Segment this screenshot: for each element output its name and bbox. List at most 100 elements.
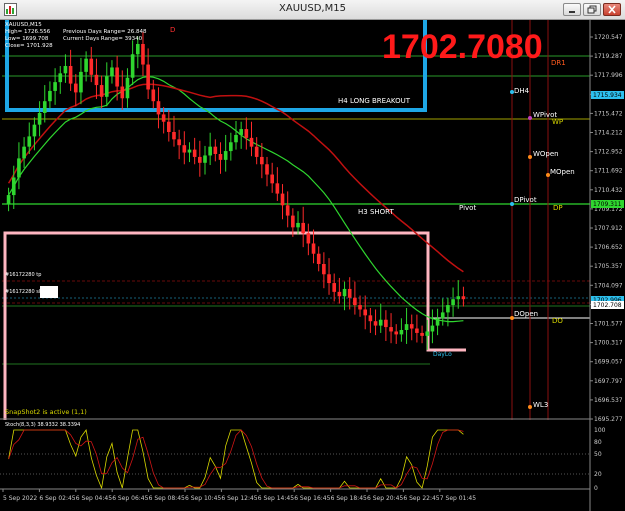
candle-body xyxy=(161,114,166,122)
candle-body xyxy=(203,155,207,163)
candle-body xyxy=(265,164,269,175)
candle-body xyxy=(198,156,202,163)
pivot-dpivot: DPivot xyxy=(514,196,537,204)
cur-range-label: Current Days Range= 39340 xyxy=(63,36,143,42)
restore-icon xyxy=(587,5,597,14)
candle-body xyxy=(394,331,399,335)
pivot-mopen: MOpen xyxy=(550,168,575,176)
candle-body xyxy=(311,243,316,254)
candle-body xyxy=(316,253,321,264)
candle-body xyxy=(146,64,150,90)
candle-body xyxy=(42,101,47,113)
candle-body xyxy=(337,291,342,297)
prev-range-label: Previous Days Range= 26.848 xyxy=(63,29,147,35)
candle-body xyxy=(415,328,419,333)
candle-body xyxy=(79,71,83,93)
pivot-dr1: DR1 xyxy=(551,59,566,67)
pivot-pivot: Pivot xyxy=(459,204,476,212)
price-tick: 1711.692 xyxy=(594,168,623,175)
candle-body xyxy=(378,319,383,326)
time-tick: 6 Sep 06:45 xyxy=(112,495,148,502)
candle-body xyxy=(409,324,414,329)
minimize-icon xyxy=(569,11,575,13)
current-price-big: 1702.7080 xyxy=(382,28,543,66)
candle-body xyxy=(84,58,88,72)
pivot-dopen: DOpen xyxy=(514,310,538,318)
candle-body xyxy=(327,274,331,284)
h4-long-label: H4 LONG BREAKOUT xyxy=(338,97,411,105)
tp-label: #16172280 tp xyxy=(5,272,41,278)
sl-label: #16172280 sl xyxy=(5,289,40,295)
candle-body xyxy=(208,146,212,156)
candle-body xyxy=(358,305,362,310)
candle-body xyxy=(32,124,37,137)
price-tick: 1705.357 xyxy=(594,263,623,270)
window-titlebar[interactable]: XAUUSD,M15 xyxy=(0,0,625,20)
candle-body xyxy=(167,121,171,132)
candle-body xyxy=(254,146,259,157)
price-tick: 1707.912 xyxy=(594,225,623,232)
price-tick: 1710.432 xyxy=(594,187,623,194)
snapshot-label: SnapShot2 is active (1,1) xyxy=(5,408,87,416)
candle-body xyxy=(306,233,311,244)
candle-body xyxy=(446,305,450,313)
close-button[interactable] xyxy=(603,3,621,16)
price-marker-label: 1702.708 xyxy=(593,302,622,309)
price-tick: 1706.652 xyxy=(594,244,623,251)
candle-body xyxy=(73,83,78,93)
candle-body xyxy=(234,134,238,143)
candle-body xyxy=(172,132,176,140)
chart-area[interactable]: XAUUSD,M15 High= 1726.556 Low= 1699.708 … xyxy=(0,20,625,511)
price-tick: 1695.277 xyxy=(594,416,623,423)
candle-body xyxy=(89,58,94,75)
candle-body xyxy=(347,288,352,298)
candle-body xyxy=(260,156,264,165)
price-tick: 1699.057 xyxy=(594,359,623,366)
close-label: Close= 1701.928 xyxy=(5,43,53,49)
candle-body xyxy=(301,222,305,234)
candle-body xyxy=(420,332,424,336)
time-tick: 6 Sep 12:45 xyxy=(221,495,257,502)
candle-body xyxy=(218,154,223,160)
candle-body xyxy=(296,222,300,228)
candle-body xyxy=(37,112,42,125)
order-box[interactable] xyxy=(40,286,58,298)
time-tick: 6 Sep 14:45 xyxy=(258,495,294,502)
time-tick: 6 Sep 04:45 xyxy=(76,495,112,502)
candle-body xyxy=(430,325,435,332)
candle-body xyxy=(291,215,295,228)
maximize-button[interactable] xyxy=(583,3,601,16)
candle-body xyxy=(275,183,280,194)
candle-body xyxy=(99,85,104,97)
candle-body xyxy=(456,296,461,300)
candle-body xyxy=(353,297,357,306)
stoch-axis-tick: 100 xyxy=(594,427,606,434)
pivot-do: DO xyxy=(552,317,563,325)
candle-body xyxy=(404,324,409,330)
candle-body xyxy=(63,66,68,74)
time-tick: 6 Sep 16:45 xyxy=(294,495,330,502)
price-tick: 1712.952 xyxy=(594,149,623,156)
candle-body xyxy=(425,331,430,336)
candle-body xyxy=(120,86,125,99)
candle-body xyxy=(223,151,228,160)
price-marker-label: 1715.934 xyxy=(593,92,622,99)
time-tick: 6 Sep 08:45 xyxy=(149,495,185,502)
candle-body xyxy=(213,146,218,154)
time-tick: 6 Sep 18:45 xyxy=(331,495,367,502)
time-tick: 6 Sep 20:45 xyxy=(367,495,403,502)
candle-body xyxy=(461,296,466,300)
price-tick: 1717.996 xyxy=(594,72,623,79)
symbol-label: XAUUSD,M15 xyxy=(5,22,42,28)
candle-body xyxy=(6,195,11,204)
candle-body xyxy=(440,312,445,319)
candle-body xyxy=(182,145,187,153)
dayhi-label: D xyxy=(170,26,175,34)
minimize-button[interactable] xyxy=(563,3,581,16)
candle-body xyxy=(110,67,114,77)
price-tick: 1701.577 xyxy=(594,321,623,328)
candle-body xyxy=(104,76,109,97)
price-tick: 1714.212 xyxy=(594,130,623,137)
candle-body xyxy=(399,330,404,335)
pivot-wopen: WOpen xyxy=(533,150,559,158)
